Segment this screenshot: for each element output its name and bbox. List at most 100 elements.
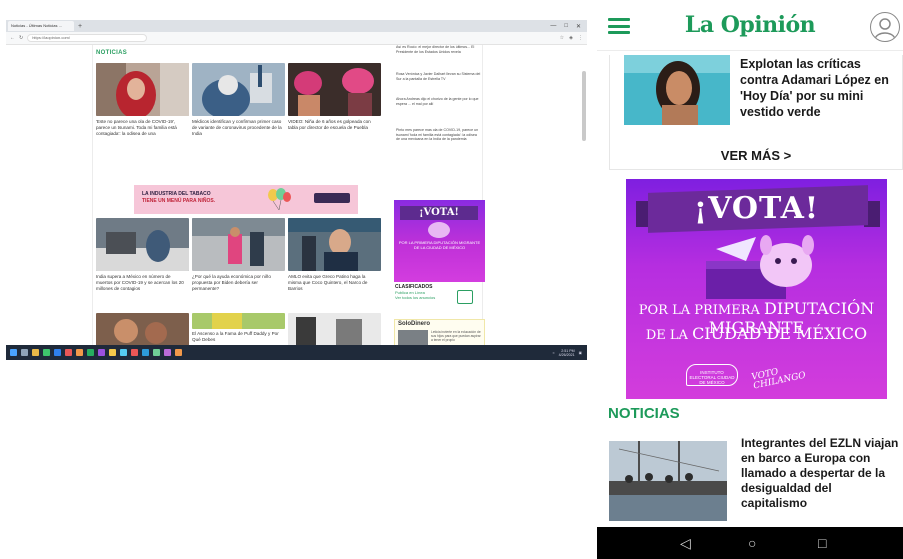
app-icon[interactable] <box>164 349 171 356</box>
star-icon[interactable]: ☆ <box>560 35 564 41</box>
app-icon[interactable] <box>120 349 127 356</box>
desktop-browser-screenshot: Noticias - Últimas Noticias ... + — □ ✕ … <box>6 20 587 360</box>
voto-chilango-logo: VOTO CHILANGO <box>750 367 807 392</box>
address-bar[interactable]: https://laopinion.com/ <box>27 34 148 42</box>
article-headline[interactable]: Médicos identifican y confirman primer c… <box>192 119 282 137</box>
mobile-screenshot: La Opinión Explotan las críticas contra … <box>597 0 903 559</box>
system-tray: ≈ 2:51 PM 4/26/2021 ▣ <box>553 349 587 357</box>
chrome-icon[interactable] <box>109 349 116 356</box>
article-headline[interactable]: India supera a México en número de muert… <box>96 274 186 292</box>
browser-toolbar: ← ↻ https://laopinion.com/ ☆ ◈ ⋮ <box>6 32 587 45</box>
browser-tab[interactable]: Noticias - Últimas Noticias ... <box>8 21 74 31</box>
back-icon[interactable]: ← <box>10 35 15 41</box>
article-image[interactable] <box>192 218 285 271</box>
search-icon[interactable] <box>21 349 28 356</box>
article-image[interactable] <box>288 218 381 271</box>
article-headline[interactable]: ¿Por qué la ayuda económica por niño pro… <box>192 274 282 292</box>
vota-ad[interactable]: ¡VOTA! POR LA PRIMERA DIPUTACIÓN MIGRANT… <box>626 179 887 399</box>
column-divider <box>92 45 93 346</box>
extensions-icon[interactable]: ◈ <box>569 35 573 41</box>
ad-banner-tabaco[interactable]: LA INDUSTRIA DEL TABACO TIENE UN MENÚ PA… <box>134 185 358 214</box>
vota-ad-small[interactable]: ¡VOTA! POR LA PRIMERA DIPUTACIÓN MIGRANT… <box>394 200 485 282</box>
browser-tab-strip: Noticias - Últimas Noticias ... + — □ ✕ <box>6 20 587 32</box>
article-image[interactable] <box>288 63 381 116</box>
ballot-axolotl-illustration <box>706 235 814 299</box>
vota-line-2-main: CIUDAD DE MÉXICO <box>692 324 868 343</box>
ad-line-1: LA INDUSTRIA DEL TABACO <box>142 191 211 197</box>
app-icon[interactable] <box>98 349 105 356</box>
article-headline[interactable]: 'Este no parece una ola de COVID-19', pa… <box>96 119 186 137</box>
vota-title: ¡VOTA! <box>400 206 478 220</box>
close-icon[interactable]: ✕ <box>576 23 581 30</box>
app-icon[interactable] <box>131 349 138 356</box>
vota-subtitle: POR LA PRIMERA DIPUTACIÓN MIGRANTE DE LA… <box>398 240 481 250</box>
section-title: NOTICIAS <box>96 50 128 56</box>
site-logo[interactable]: La Opinión <box>597 12 903 38</box>
featured-article[interactable]: Explotan las críticas contra Adamari Lóp… <box>609 55 903 130</box>
scrollbar-thumb[interactable] <box>582 71 586 141</box>
solodinero-widget[interactable]: SoloDinero Leticia invierte en la educac… <box>394 319 485 346</box>
article-image[interactable] <box>96 218 189 271</box>
solodinero-text: Leticia invierte en la educación de sus … <box>431 330 481 342</box>
article-headline[interactable]: Integrantes del EZLN viajan en barco a E… <box>741 436 901 511</box>
article-image[interactable] <box>288 313 381 346</box>
article-headline[interactable]: VIDEO: Niña de 6 años es golpeada con ta… <box>288 119 378 131</box>
axolotl-icon <box>428 222 450 238</box>
app-icon[interactable] <box>76 349 83 356</box>
article-image[interactable] <box>609 441 727 521</box>
window-controls: — □ ✕ <box>550 23 587 30</box>
minimize-icon[interactable]: — <box>550 23 556 30</box>
article-image[interactable] <box>96 313 189 346</box>
start-icon[interactable] <box>10 349 17 356</box>
ver-mas-link[interactable]: VER MÁS > <box>597 148 903 163</box>
sidebar-news-item[interactable]: Pinto mes parece mas ola de COVID-19, pa… <box>396 128 481 142</box>
article-image[interactable] <box>192 313 285 329</box>
ad-cta-button[interactable] <box>314 193 350 203</box>
balloons-icon <box>268 188 291 210</box>
sidebar-news-item[interactable]: Ahora Andreas dijo el chorizo de la gent… <box>396 97 481 106</box>
clasificados-widget[interactable]: CLASIFICADOS Publica en Línea Ver todos … <box>395 284 485 316</box>
vota-line-1-prefix: POR LA PRIMERA <box>638 303 765 318</box>
iecm-logo: INSTITUTO ELECTORAL CIUDAD DE MÉXICO <box>686 364 738 386</box>
vota-title: ¡VOTA! <box>693 191 820 226</box>
wifi-icon[interactable]: ≈ <box>553 351 555 355</box>
mobile-header: La Opinión <box>597 0 903 51</box>
app-icon[interactable] <box>65 349 72 356</box>
article-image[interactable] <box>624 55 730 125</box>
back-icon[interactable]: ◁ <box>680 535 691 552</box>
clock-time: 2:51 PM <box>561 348 575 353</box>
sidebar-news-item[interactable]: Así es Rocío: el mejor director de los ú… <box>396 45 481 54</box>
article-image[interactable] <box>96 63 189 116</box>
app-icon[interactable] <box>54 349 61 356</box>
vota-line-2-prefix: DE LA <box>645 328 693 343</box>
new-tab-button[interactable]: + <box>78 23 82 30</box>
app-icon[interactable] <box>142 349 149 356</box>
article-headline[interactable]: AMLO evita que Greco Patino haga la mism… <box>288 274 378 292</box>
menu-dots-icon[interactable]: ⋮ <box>578 35 583 41</box>
android-navigation-bar: ◁ ○ □ <box>597 527 903 559</box>
app-icon[interactable] <box>87 349 94 356</box>
user-account-icon[interactable] <box>870 12 900 42</box>
windows-taskbar: ≈ 2:51 PM 4/26/2021 ▣ <box>6 345 587 360</box>
notifications-icon[interactable]: ▣ <box>579 351 582 355</box>
article-headline[interactable]: El Ascenso a la Fama de Puff Daddy y Por… <box>192 331 282 343</box>
maximize-icon[interactable]: □ <box>564 23 568 30</box>
sidebar-news-item[interactable]: Rosa Verónica y Javier Dalhart llevan su… <box>396 72 481 81</box>
recents-icon[interactable]: □ <box>818 535 826 551</box>
web-page: NOTICIAS 'Este no parece una ola de COVI… <box>6 45 587 346</box>
home-icon[interactable]: ○ <box>748 535 756 551</box>
ad-line-2: TIENE UN MENÚ PARA NIÑOS. <box>142 198 216 204</box>
refresh-icon[interactable]: ↻ <box>19 35 23 41</box>
app-icon[interactable] <box>153 349 160 356</box>
article-image[interactable] <box>192 63 285 116</box>
article-headline[interactable]: Explotan las críticas contra Adamari Lóp… <box>740 56 900 120</box>
toolbar-actions: ☆ ◈ ⋮ <box>560 35 583 41</box>
section-title: NOTICIAS <box>608 405 680 422</box>
megaphone-icon <box>457 290 473 304</box>
folder-icon[interactable] <box>32 349 39 356</box>
app-icon[interactable] <box>43 349 50 356</box>
app-icon[interactable] <box>175 349 182 356</box>
clock[interactable]: 2:51 PM 4/26/2021 <box>559 349 575 357</box>
vota-line-2: DE LA CIUDAD DE MÉXICO <box>626 324 887 343</box>
sponsor-logos: INSTITUTO ELECTORAL CIUDAD DE MÉXICO VOT… <box>686 359 826 392</box>
